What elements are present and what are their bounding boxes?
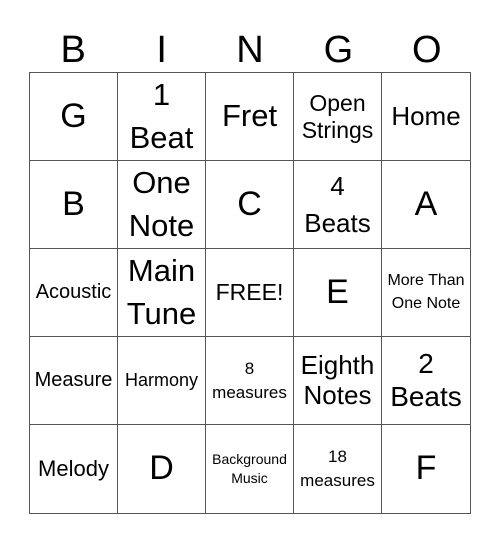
bingo-cell[interactable]: G bbox=[30, 73, 118, 161]
bingo-header: B I N G O bbox=[29, 28, 471, 72]
bingo-cell[interactable]: Fret bbox=[206, 73, 294, 161]
bingo-cell[interactable]: Main Tune bbox=[118, 249, 206, 337]
bingo-cell[interactable]: Acoustic bbox=[30, 249, 118, 337]
bingo-cell[interactable]: Open Strings bbox=[294, 73, 382, 161]
header-letter-i: I bbox=[156, 29, 167, 71]
bingo-cell[interactable]: Background Music bbox=[206, 425, 294, 513]
bingo-cell[interactable]: Harmony bbox=[118, 337, 206, 425]
header-letter-o: O bbox=[412, 29, 442, 71]
bingo-cell[interactable]: D bbox=[118, 425, 206, 513]
header-letter-b: B bbox=[60, 29, 86, 71]
bingo-cell[interactable]: E bbox=[294, 249, 382, 337]
bingo-cell[interactable]: F bbox=[382, 425, 470, 513]
header-letter-g: G bbox=[323, 29, 354, 71]
bingo-cell[interactable]: Melody bbox=[30, 425, 118, 513]
header-letter-n: N bbox=[236, 29, 264, 71]
bingo-cell[interactable]: 4 Beats bbox=[294, 161, 382, 249]
bingo-cell[interactable]: Home bbox=[382, 73, 470, 161]
bingo-cell[interactable]: B bbox=[30, 161, 118, 249]
bingo-cell[interactable]: A bbox=[382, 161, 470, 249]
bingo-cell[interactable]: Measure bbox=[30, 337, 118, 425]
bingo-cell[interactable]: 1 Beat bbox=[118, 73, 206, 161]
free-space[interactable]: FREE! bbox=[206, 249, 294, 337]
bingo-cell[interactable]: Eighth Notes bbox=[294, 337, 382, 425]
bingo-cell[interactable]: One Note bbox=[118, 161, 206, 249]
bingo-cell[interactable]: 8 measures bbox=[206, 337, 294, 425]
bingo-cell[interactable]: C bbox=[206, 161, 294, 249]
bingo-cell[interactable]: More Than One Note bbox=[382, 249, 470, 337]
bingo-grid: G 1 Beat Fret Open Strings Home B One No… bbox=[29, 72, 471, 514]
bingo-cell[interactable]: 2 Beats bbox=[382, 337, 470, 425]
bingo-cell[interactable]: 18 measures bbox=[294, 425, 382, 513]
